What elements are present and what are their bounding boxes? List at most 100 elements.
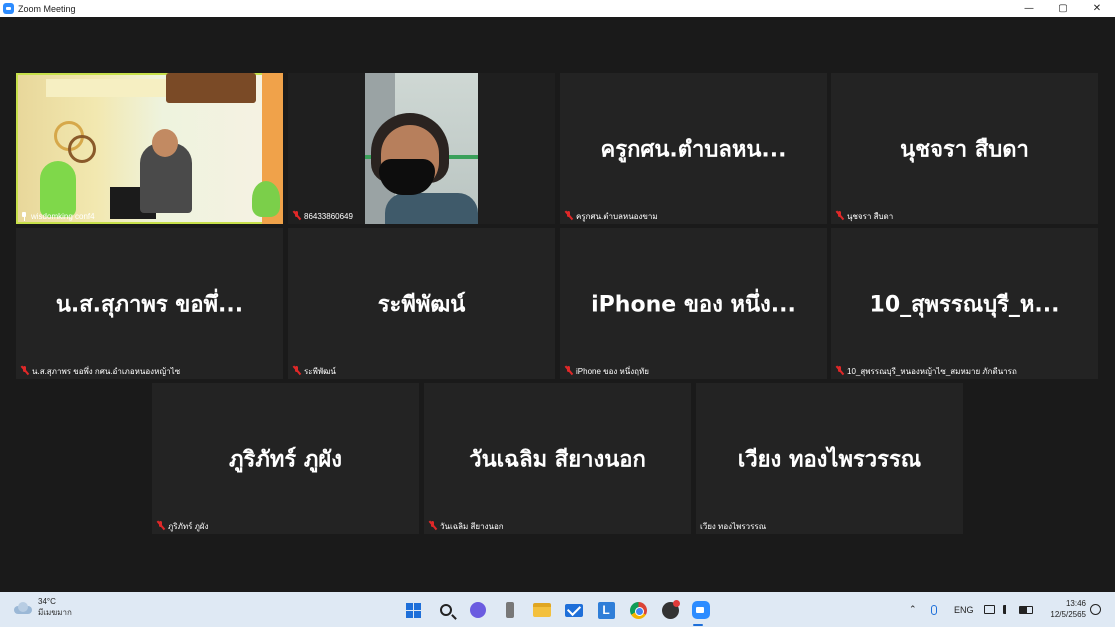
participant-name: นุชจรา สืบดา — [847, 211, 894, 221]
participant-caption: ภูริภัทร์ ภูผัง — [156, 520, 209, 532]
participant-caption: wisdomking conf4 — [20, 210, 95, 222]
search-icon — [440, 604, 452, 616]
weather-condition: มีเมฆมาก — [38, 608, 72, 617]
poster-background — [46, 79, 166, 97]
participant-caption: เวียง ทองไพรวรรณ — [700, 520, 766, 532]
face-mask — [379, 159, 435, 195]
speaker-icon — [1003, 605, 1012, 614]
obs-button[interactable] — [660, 599, 680, 620]
clock-time: 13:46 — [1065, 599, 1086, 608]
plant — [252, 181, 280, 217]
participant-tile[interactable]: เวียง ทองไพรวรรณ เวียง ทองไพรวรรณ — [696, 383, 963, 534]
active-app-indicator — [693, 624, 703, 626]
participant-tile[interactable]: นุชจรา สืบดา นุชจรา สืบดา — [831, 73, 1098, 224]
file-explorer-button[interactable] — [532, 600, 552, 620]
participant-caption: iPhone ของ หนึ่งฤทัย — [564, 365, 649, 377]
notification-icon[interactable] — [1090, 604, 1101, 615]
participant-tile[interactable]: วันเฉลิม สียางนอก วันเฉลิม สียางนอก — [424, 383, 691, 534]
participant-display-name: 10_สุพรรณบุรี_ห... — [869, 292, 1060, 317]
participant-caption: 10_สุพรรณบุรี_หนองหญ้าไซ_สมหมาย ภักดีนาร… — [835, 365, 1017, 377]
l-app-button[interactable]: L — [596, 600, 616, 620]
microphone-icon — [931, 604, 937, 615]
usb-device-button[interactable] — [500, 600, 520, 620]
poster-graphic — [68, 135, 96, 163]
pin-icon — [20, 211, 28, 221]
windows-taskbar: 34°C มีเมฆมาก L ⌃ ENG 13:46 12/5/2565 — [0, 592, 1115, 627]
participant-tile[interactable]: iPhone ของ หนึ่ง... iPhone ของ หนึ่งฤทัย — [560, 228, 827, 379]
zoom-taskbar-button[interactable] — [691, 600, 711, 620]
participant-name: ระพีพัฒน์ — [304, 366, 336, 376]
obs-icon — [661, 599, 680, 619]
host-face — [152, 129, 178, 157]
window-title-bar: Zoom Meeting — ▢ ✕ — [0, 0, 1115, 17]
chat-button[interactable] — [468, 600, 488, 620]
participant-tile[interactable]: ครูกศน.ตำบลหน... ครูกศน.ตำบลหนองขาม — [560, 73, 827, 224]
zoom-app-icon — [3, 3, 14, 14]
participant-name: ครูกศน.ตำบลหนองขาม — [576, 211, 658, 221]
participant-caption: น.ส.สุภาพร ขอพึ่ง กศน.อำเภอหนองหญ้าไซ — [20, 365, 180, 377]
participant-display-name: นุชจรา สืบดา — [900, 137, 1029, 162]
chrome-icon — [629, 601, 647, 619]
mic-muted-icon — [292, 366, 301, 376]
participant-name: วันเฉลิม สียางนอก — [440, 521, 504, 531]
start-button[interactable] — [403, 600, 423, 620]
mail-button[interactable] — [564, 600, 584, 620]
network-tray[interactable] — [984, 592, 995, 627]
participant-name: 86433860649 — [304, 211, 353, 221]
participant-tile[interactable]: 86433860649 — [288, 73, 555, 224]
close-button[interactable]: ✕ — [1080, 0, 1114, 17]
video-frame — [365, 73, 478, 224]
participant-display-name: ระพีพัฒน์ — [377, 292, 466, 317]
windows-logo-icon — [405, 602, 421, 618]
participant-display-name: วันเฉลิม สียางนอก — [469, 447, 646, 472]
participant-tile[interactable]: น.ส.สุภาพร ขอพึ่... น.ส.สุภาพร ขอพึ่ง กศ… — [16, 228, 283, 379]
participant-tile[interactable]: 10_สุพรรณบุรี_ห... 10_สุพรรณบุรี_หนองหญ้… — [831, 228, 1098, 379]
microphone-tray[interactable] — [931, 592, 937, 627]
mic-muted-icon — [564, 366, 573, 376]
participant-tile[interactable]: wisdomking conf4 — [16, 73, 283, 224]
participant-caption: ครูกศน.ตำบลหนองขาม — [564, 210, 658, 222]
mic-muted-icon — [292, 211, 301, 221]
chat-icon — [470, 602, 486, 618]
chrome-button[interactable] — [628, 600, 648, 620]
participant-name: iPhone ของ หนึ่งฤทัย — [576, 366, 649, 376]
mic-muted-icon — [428, 521, 437, 531]
participant-display-name: ครูกศน.ตำบลหน... — [600, 137, 787, 162]
participant-caption: วันเฉลิม สียางนอก — [428, 520, 504, 532]
network-icon — [984, 605, 995, 614]
zoom-icon — [692, 601, 710, 619]
participant-caption: นุชจรา สืบดา — [835, 210, 893, 222]
mic-muted-icon — [835, 366, 844, 376]
mascot — [40, 161, 76, 217]
chevron-up-icon: ⌃ — [909, 604, 917, 614]
weather-temperature: 34°C — [38, 597, 56, 606]
search-button[interactable] — [436, 600, 456, 620]
maximize-button[interactable]: ▢ — [1046, 0, 1080, 17]
cloud-icon — [12, 602, 32, 614]
window-title: Zoom Meeting — [18, 3, 76, 14]
show-hidden-icons-button[interactable]: ⌃ — [909, 592, 917, 627]
person-shirt — [385, 193, 478, 224]
participant-name: ภูริภัทร์ ภูผัง — [168, 521, 209, 531]
participant-name: wisdomking conf4 — [31, 211, 95, 221]
weather-widget[interactable]: 34°C มีเมฆมาก — [12, 597, 72, 619]
mic-muted-icon — [156, 521, 165, 531]
participant-display-name: ภูริภัทร์ ภูผัง — [229, 447, 342, 472]
language-indicator[interactable]: ENG — [954, 592, 974, 627]
l-app-icon: L — [597, 601, 615, 619]
volume-tray[interactable] — [1003, 592, 1012, 627]
mic-muted-icon — [20, 366, 29, 376]
mail-icon — [565, 603, 583, 617]
battery-tray[interactable] — [1019, 592, 1033, 627]
folder-icon — [533, 603, 551, 617]
minimize-button[interactable]: — — [1012, 0, 1046, 17]
participant-name: เวียง ทองไพรวรรณ — [700, 521, 767, 531]
mic-muted-icon — [835, 211, 844, 221]
participant-display-name: iPhone ของ หนึ่ง... — [591, 292, 796, 317]
participant-display-name: น.ส.สุภาพร ขอพึ่... — [55, 292, 244, 317]
participant-tile[interactable]: ระพีพัฒน์ ระพีพัฒน์ — [288, 228, 555, 379]
battery-icon — [1019, 605, 1033, 614]
clock[interactable]: 13:46 12/5/2565 — [1038, 598, 1086, 620]
participant-caption: ระพีพัฒน์ — [292, 365, 336, 377]
participant-tile[interactable]: ภูริภัทร์ ภูผัง ภูริภัทร์ ภูผัง — [152, 383, 419, 534]
